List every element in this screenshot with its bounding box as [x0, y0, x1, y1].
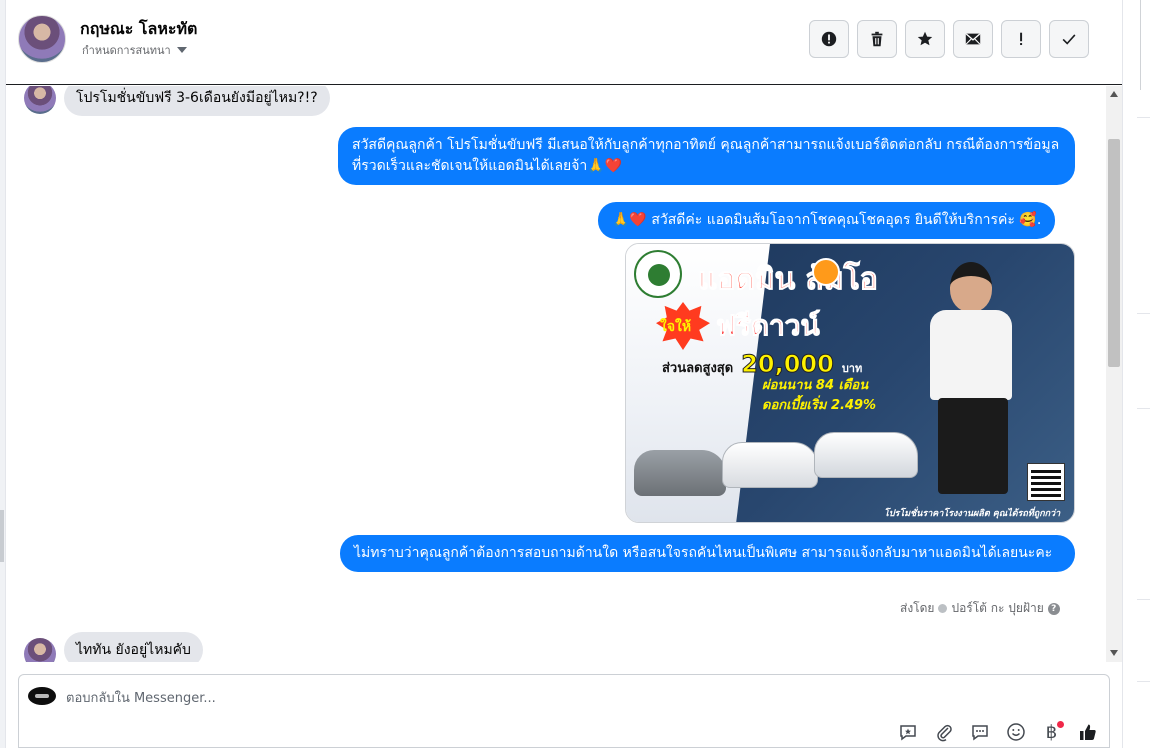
- incoming-message[interactable]: โปรโมชั่นขับฟรี 3-6เดือนยังมีอยู่ไหม?!?: [64, 86, 330, 116]
- smiley-icon: [1006, 723, 1025, 741]
- contact-avatar-small: [24, 638, 56, 662]
- presenter-legs: [938, 398, 1008, 494]
- help-icon[interactable]: ?: [1047, 602, 1060, 615]
- thread-scrollbar[interactable]: [1106, 86, 1122, 662]
- promo-free-tag: ใจให้: [660, 319, 692, 335]
- car-pickup: [722, 442, 818, 488]
- right-panel-rule: [1137, 599, 1150, 600]
- reply-input[interactable]: [66, 689, 866, 707]
- assign-conversation-label: กำหนดการสนทนา: [82, 44, 171, 57]
- assign-conversation-dropdown[interactable]: กำหนดการสนทนา: [82, 41, 187, 59]
- right-side-panel: [1122, 0, 1150, 748]
- presenter-head: [950, 262, 992, 312]
- contact-avatar[interactable]: [18, 15, 66, 63]
- sent-by-prefix: ส่งโดย: [900, 601, 935, 615]
- qr-code: [1027, 463, 1065, 501]
- sent-by-label: ส่งโดย ปอร์โต้ กะ ปุยฝ้าย ?: [900, 599, 1060, 618]
- notification-dot: [1057, 721, 1064, 728]
- star-button[interactable]: [905, 20, 945, 58]
- promo-interest: ดอกเบี้ยเริ่ม 2.49%: [762, 398, 877, 413]
- chat-bubble-icon: [971, 725, 988, 741]
- right-panel-divider: [1140, 0, 1141, 90]
- done-button[interactable]: [1049, 20, 1089, 58]
- promo-footer: โปรโมชั่นราคาโรงงานผลิต คุณได้รถที่ถูกกว…: [884, 509, 1061, 519]
- promo-presenter: [910, 258, 1030, 498]
- follow-up-button[interactable]: [1001, 20, 1041, 58]
- page-dot-icon: [938, 604, 948, 613]
- payment-button[interactable]: ฿: [1039, 721, 1064, 743]
- car-pickup: [814, 432, 918, 478]
- chevron-down-icon: [176, 47, 187, 53]
- message-thread[interactable]: โปรโมชั่นขับฟรี 3-6เดือนยังมีอยู่ไหม?!? …: [6, 86, 1122, 662]
- attach-button[interactable]: [931, 721, 956, 743]
- like-button[interactable]: [1075, 721, 1100, 743]
- scroll-up-arrow-icon[interactable]: [1110, 91, 1118, 97]
- baht-icon: ฿: [1045, 721, 1058, 743]
- saved-replies-button[interactable]: [895, 721, 920, 743]
- right-panel-rule: [1137, 117, 1150, 118]
- conversation-header: กฤษณะ โลหะทัต กำหนดการสนทนา: [6, 0, 1122, 85]
- composer-tools: ฿: [895, 721, 1100, 743]
- sent-by-name[interactable]: ปอร์โต้ กะ ปุยฝ้าย: [951, 599, 1043, 618]
- exclamation-icon: [1020, 32, 1023, 46]
- promo-headline: แอดมิน ส้มโอ: [698, 262, 879, 298]
- pomelo-icon: [812, 258, 840, 286]
- paperclip-icon: [936, 724, 952, 742]
- left-resize-handle[interactable]: [0, 510, 4, 562]
- dealer-logo: [634, 250, 682, 298]
- promo-installment: ผ่อนนาน 84 เดือน: [762, 378, 869, 393]
- emoji-button[interactable]: [1003, 721, 1028, 743]
- saved-reply-icon: [899, 725, 916, 741]
- contact-name[interactable]: กฤษณะ โลหะทัต: [80, 17, 197, 42]
- envelope-icon: [965, 33, 981, 45]
- quick-reply-button[interactable]: [967, 721, 992, 743]
- scroll-down-arrow-icon[interactable]: [1110, 650, 1118, 656]
- outgoing-message[interactable]: 🙏❤️ สวัสดีค่ะ แอดมินส้มโอจากโชคคุณโชคอุด…: [598, 202, 1056, 239]
- star-icon: [917, 31, 933, 46]
- alert-circle-icon: [821, 31, 837, 47]
- mark-unread-button[interactable]: [953, 20, 993, 58]
- promo-free-down: ฟรีดาวน์: [716, 309, 821, 343]
- incoming-message[interactable]: ไททัน ยังอยู่ไหมคับ: [64, 632, 203, 662]
- contact-avatar-small: [24, 86, 56, 114]
- reply-composer: ฿: [18, 674, 1110, 748]
- right-panel-rule: [1137, 408, 1150, 409]
- right-panel-rule: [1137, 681, 1150, 682]
- delete-button[interactable]: [857, 20, 897, 58]
- trash-icon: [871, 31, 883, 47]
- right-panel-rule: [1137, 313, 1150, 314]
- check-icon: [1062, 34, 1076, 45]
- promo-image-attachment[interactable]: แอดมิน ส้มโอ ใจให้ ฟรีดาวน์ ส่วนลดสูงสุด…: [625, 243, 1075, 523]
- outgoing-message[interactable]: ไม่ทราบว่าคุณลูกค้าต้องการสอบถามด้านใด ห…: [340, 535, 1075, 572]
- outgoing-message[interactable]: สวัสดีคุณลูกค้า โปรโมชั่นขับฟรี มีเสนอให…: [338, 127, 1075, 185]
- page-avatar: [28, 687, 56, 705]
- car-sedan: [634, 450, 726, 496]
- spam-button[interactable]: [809, 20, 849, 58]
- promo-discount-label: ส่วนลดสูงสุด: [662, 361, 734, 376]
- thumbs-up-icon: [1079, 724, 1096, 740]
- scroll-thumb[interactable]: [1108, 139, 1120, 367]
- conversation-toolbar: [809, 20, 1089, 58]
- presenter-body: [930, 310, 1012, 400]
